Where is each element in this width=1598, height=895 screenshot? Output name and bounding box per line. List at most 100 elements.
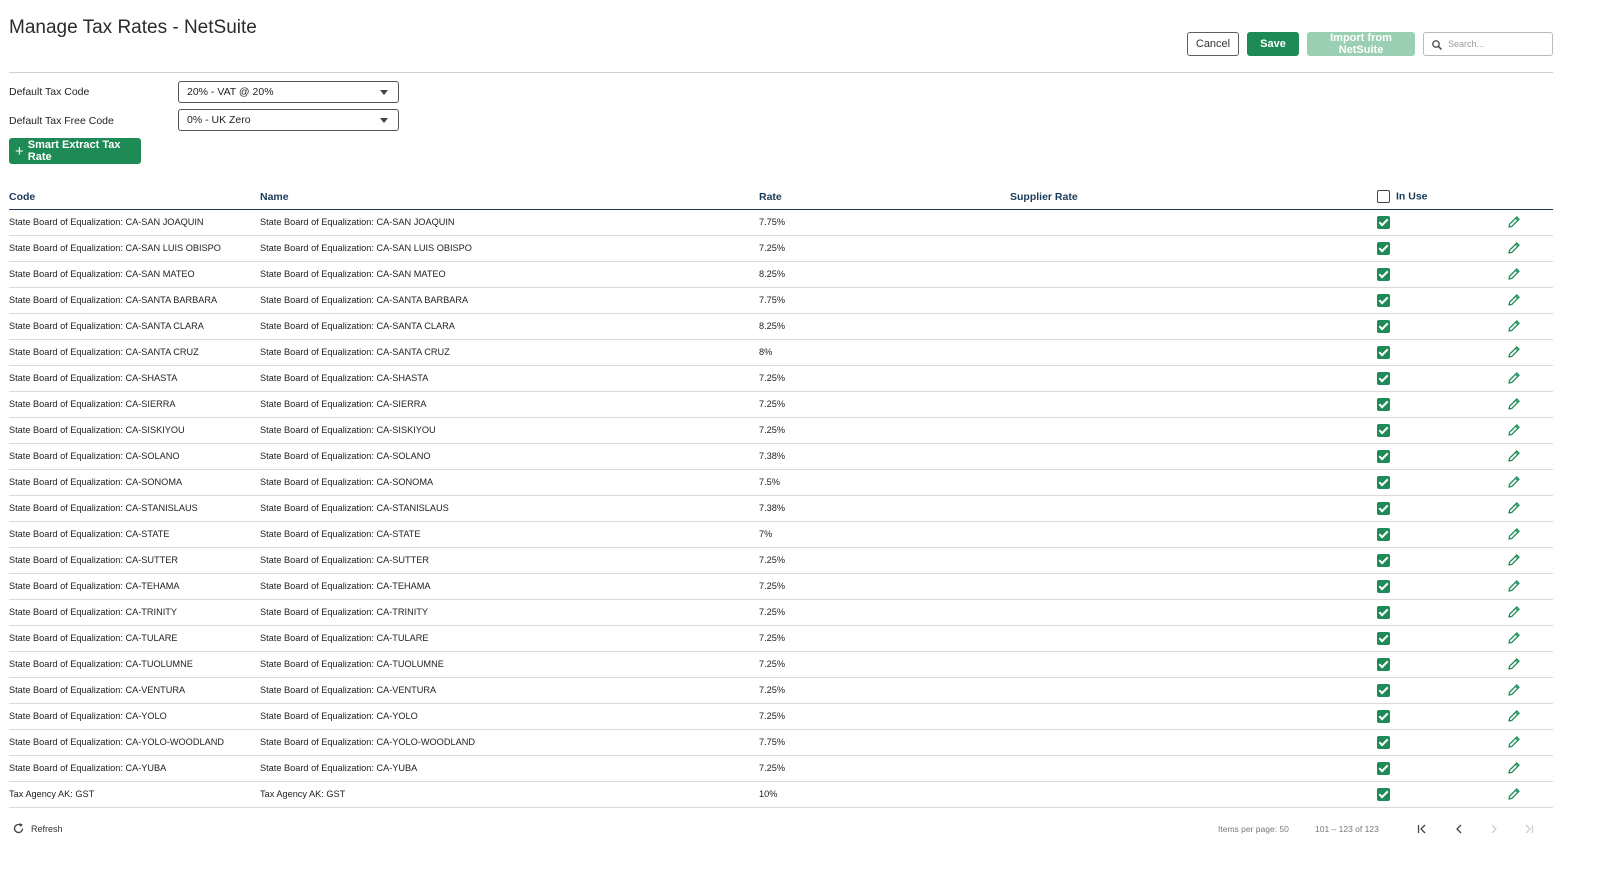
pencil-icon[interactable]: [1507, 345, 1521, 359]
last-page-icon[interactable]: [1521, 821, 1537, 837]
pencil-icon[interactable]: [1507, 423, 1521, 437]
table-row[interactable]: State Board of Equalization: CA-SIERRA St…: [9, 391, 1553, 418]
pencil-icon[interactable]: [1507, 631, 1521, 645]
cell-actions: [1507, 651, 1553, 678]
in-use-checkbox[interactable]: [1377, 683, 1390, 697]
table-row[interactable]: State Board of Equalization: CA-VENTURA S…: [9, 677, 1553, 704]
in-use-checkbox[interactable]: [1377, 787, 1390, 801]
pencil-icon[interactable]: [1507, 553, 1521, 567]
in-use-checkbox[interactable]: [1377, 449, 1390, 463]
table-row[interactable]: State Board of Equalization: CA-TUOLUMNE…: [9, 651, 1553, 678]
table-row[interactable]: State Board of Equalization: CA-YOLO-WOO…: [9, 729, 1553, 756]
column-header-code[interactable]: Code: [9, 185, 260, 210]
in-use-checkbox[interactable]: [1377, 423, 1390, 437]
column-header-name[interactable]: Name: [260, 185, 759, 210]
table-row[interactable]: State Board of Equalization: CA-SOLANO St…: [9, 443, 1553, 470]
pencil-icon[interactable]: [1507, 683, 1521, 697]
cell-actions: [1507, 365, 1553, 392]
pencil-icon[interactable]: [1507, 293, 1521, 307]
in-use-checkbox[interactable]: [1377, 735, 1390, 749]
cell-supplier-rate: [1010, 443, 1377, 470]
table-row[interactable]: State Board of Equalization: CA-SHASTA St…: [9, 365, 1553, 392]
pencil-icon[interactable]: [1507, 371, 1521, 385]
table-row[interactable]: State Board of Equalization: CA-STANISLA…: [9, 495, 1553, 522]
cell-actions: [1507, 287, 1553, 314]
in-use-checkbox[interactable]: [1377, 709, 1390, 723]
first-page-icon[interactable]: [1414, 821, 1430, 837]
table-row[interactable]: State Board of Equalization: CA-SANTA CL…: [9, 313, 1553, 340]
cell-code: State Board of Equalization: CA-SANTA CR…: [9, 339, 260, 366]
chevron-right-icon[interactable]: [1486, 821, 1502, 837]
in-use-checkbox[interactable]: [1377, 241, 1390, 255]
pencil-icon[interactable]: [1507, 787, 1521, 801]
in-use-checkbox[interactable]: [1377, 293, 1390, 307]
in-use-checkbox[interactable]: [1377, 319, 1390, 333]
chevron-left-icon[interactable]: [1451, 821, 1467, 837]
pencil-icon[interactable]: [1507, 215, 1521, 229]
in-use-checkbox[interactable]: [1377, 527, 1390, 541]
table-row[interactable]: State Board of Equalization: CA-SUTTER St…: [9, 547, 1553, 574]
column-header-rate[interactable]: Rate: [759, 185, 1010, 210]
select-all-checkbox[interactable]: [1377, 190, 1390, 204]
search-input[interactable]: [1448, 39, 1548, 49]
import-from-netsuite-button[interactable]: Import from NetSuite: [1307, 32, 1415, 56]
table-row[interactable]: State Board of Equalization: CA-YUBA Stat…: [9, 755, 1553, 782]
pencil-icon[interactable]: [1507, 735, 1521, 749]
pencil-icon[interactable]: [1507, 501, 1521, 515]
table-row[interactable]: State Board of Equalization: CA-TULARE St…: [9, 625, 1553, 652]
table-row[interactable]: Tax Agency AK: GST Tax Agency AK: GST 10%: [9, 781, 1553, 808]
in-use-checkbox[interactable]: [1377, 501, 1390, 515]
table-row[interactable]: State Board of Equalization: CA-STATE Sta…: [9, 521, 1553, 548]
column-header-supplier-rate[interactable]: Supplier Rate: [1010, 185, 1377, 210]
save-button[interactable]: Save: [1247, 32, 1299, 56]
in-use-checkbox[interactable]: [1377, 631, 1390, 645]
pencil-icon[interactable]: [1507, 449, 1521, 463]
table-row[interactable]: State Board of Equalization: CA-TRINITY S…: [9, 599, 1553, 626]
default-tax-free-code-select[interactable]: 0% - UK Zero: [178, 109, 399, 131]
table-row[interactable]: State Board of Equalization: CA-SONOMA St…: [9, 469, 1553, 496]
refresh-button[interactable]: Refresh: [12, 822, 63, 835]
items-per-page[interactable]: Items per page: 50: [1218, 824, 1289, 834]
table-row[interactable]: State Board of Equalization: CA-SAN JOAQ…: [9, 209, 1553, 236]
search-box[interactable]: [1423, 32, 1553, 56]
pencil-icon[interactable]: [1507, 319, 1521, 333]
cancel-button[interactable]: Cancel: [1187, 32, 1239, 56]
table-row[interactable]: State Board of Equalization: CA-YOLO Stat…: [9, 703, 1553, 730]
table-row[interactable]: State Board of Equalization: CA-SANTA CR…: [9, 339, 1553, 366]
table-row[interactable]: State Board of Equalization: CA-SAN MATE…: [9, 261, 1553, 288]
table-row[interactable]: State Board of Equalization: CA-SAN LUIS…: [9, 235, 1553, 262]
cell-supplier-rate: [1010, 209, 1377, 236]
pencil-icon[interactable]: [1507, 579, 1521, 593]
pencil-icon[interactable]: [1507, 475, 1521, 489]
pencil-icon[interactable]: [1507, 761, 1521, 775]
refresh-label: Refresh: [31, 823, 63, 834]
cell-supplier-rate: [1010, 365, 1377, 392]
in-use-checkbox[interactable]: [1377, 553, 1390, 567]
cell-in-use: [1377, 677, 1507, 704]
table-row[interactable]: State Board of Equalization: CA-TEHAMA St…: [9, 573, 1553, 600]
pencil-icon[interactable]: [1507, 527, 1521, 541]
in-use-checkbox[interactable]: [1377, 605, 1390, 619]
pencil-icon[interactable]: [1507, 267, 1521, 281]
pencil-icon[interactable]: [1507, 241, 1521, 255]
pencil-icon[interactable]: [1507, 397, 1521, 411]
in-use-checkbox[interactable]: [1377, 475, 1390, 489]
pencil-icon[interactable]: [1507, 657, 1521, 671]
pencil-icon[interactable]: [1507, 709, 1521, 723]
table-row[interactable]: State Board of Equalization: CA-SANTA BA…: [9, 287, 1553, 314]
in-use-checkbox[interactable]: [1377, 761, 1390, 775]
in-use-checkbox[interactable]: [1377, 345, 1390, 359]
in-use-checkbox[interactable]: [1377, 657, 1390, 671]
in-use-checkbox[interactable]: [1377, 371, 1390, 385]
table-row[interactable]: State Board of Equalization: CA-SISKIYOU…: [9, 417, 1553, 444]
cell-actions: [1507, 755, 1553, 782]
header-divider: [9, 72, 1553, 73]
in-use-checkbox[interactable]: [1377, 215, 1390, 229]
smart-extract-tax-rate-button[interactable]: + Smart Extract Tax Rate: [9, 138, 141, 164]
in-use-checkbox[interactable]: [1377, 579, 1390, 593]
cell-rate: 7.75%: [759, 209, 1010, 236]
pencil-icon[interactable]: [1507, 605, 1521, 619]
in-use-checkbox[interactable]: [1377, 397, 1390, 411]
in-use-checkbox[interactable]: [1377, 267, 1390, 281]
default-tax-code-select[interactable]: 20% - VAT @ 20%: [178, 81, 399, 103]
